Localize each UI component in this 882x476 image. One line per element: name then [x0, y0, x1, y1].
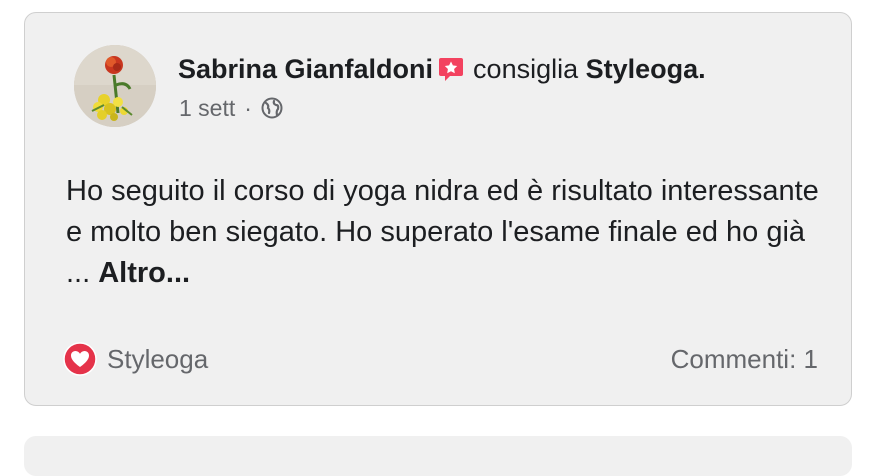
more-link[interactable]: Altro...	[98, 257, 190, 289]
author-name[interactable]: Sabrina Gianfaldoni	[178, 54, 433, 84]
avatar[interactable]	[74, 45, 156, 127]
recommendation-badge-icon	[437, 55, 465, 83]
avatar-flowers-image	[74, 45, 156, 127]
post-meta: 1 sett ·	[179, 93, 283, 123]
post-header: Sabrina Gianfaldoni consiglia Styleoga.	[178, 53, 706, 85]
comments-count[interactable]: Commenti: 1	[671, 341, 818, 377]
globe-icon	[261, 97, 283, 119]
action-text: consiglia	[473, 54, 579, 84]
post-time[interactable]: 1 sett	[179, 95, 235, 121]
post-body: Ho seguito il corso di yoga nidra ed è r…	[66, 171, 826, 294]
next-review-card	[24, 436, 852, 476]
reactions-summary[interactable]: Styleoga	[63, 341, 208, 377]
page-name-link[interactable]: Styleoga.	[586, 54, 706, 84]
meta-separator: ·	[244, 95, 252, 121]
reaction-label: Styleoga	[107, 343, 209, 374]
love-reaction-icon	[63, 342, 97, 376]
review-card: Sabrina Gianfaldoni consiglia Styleoga. 1…	[24, 12, 852, 406]
